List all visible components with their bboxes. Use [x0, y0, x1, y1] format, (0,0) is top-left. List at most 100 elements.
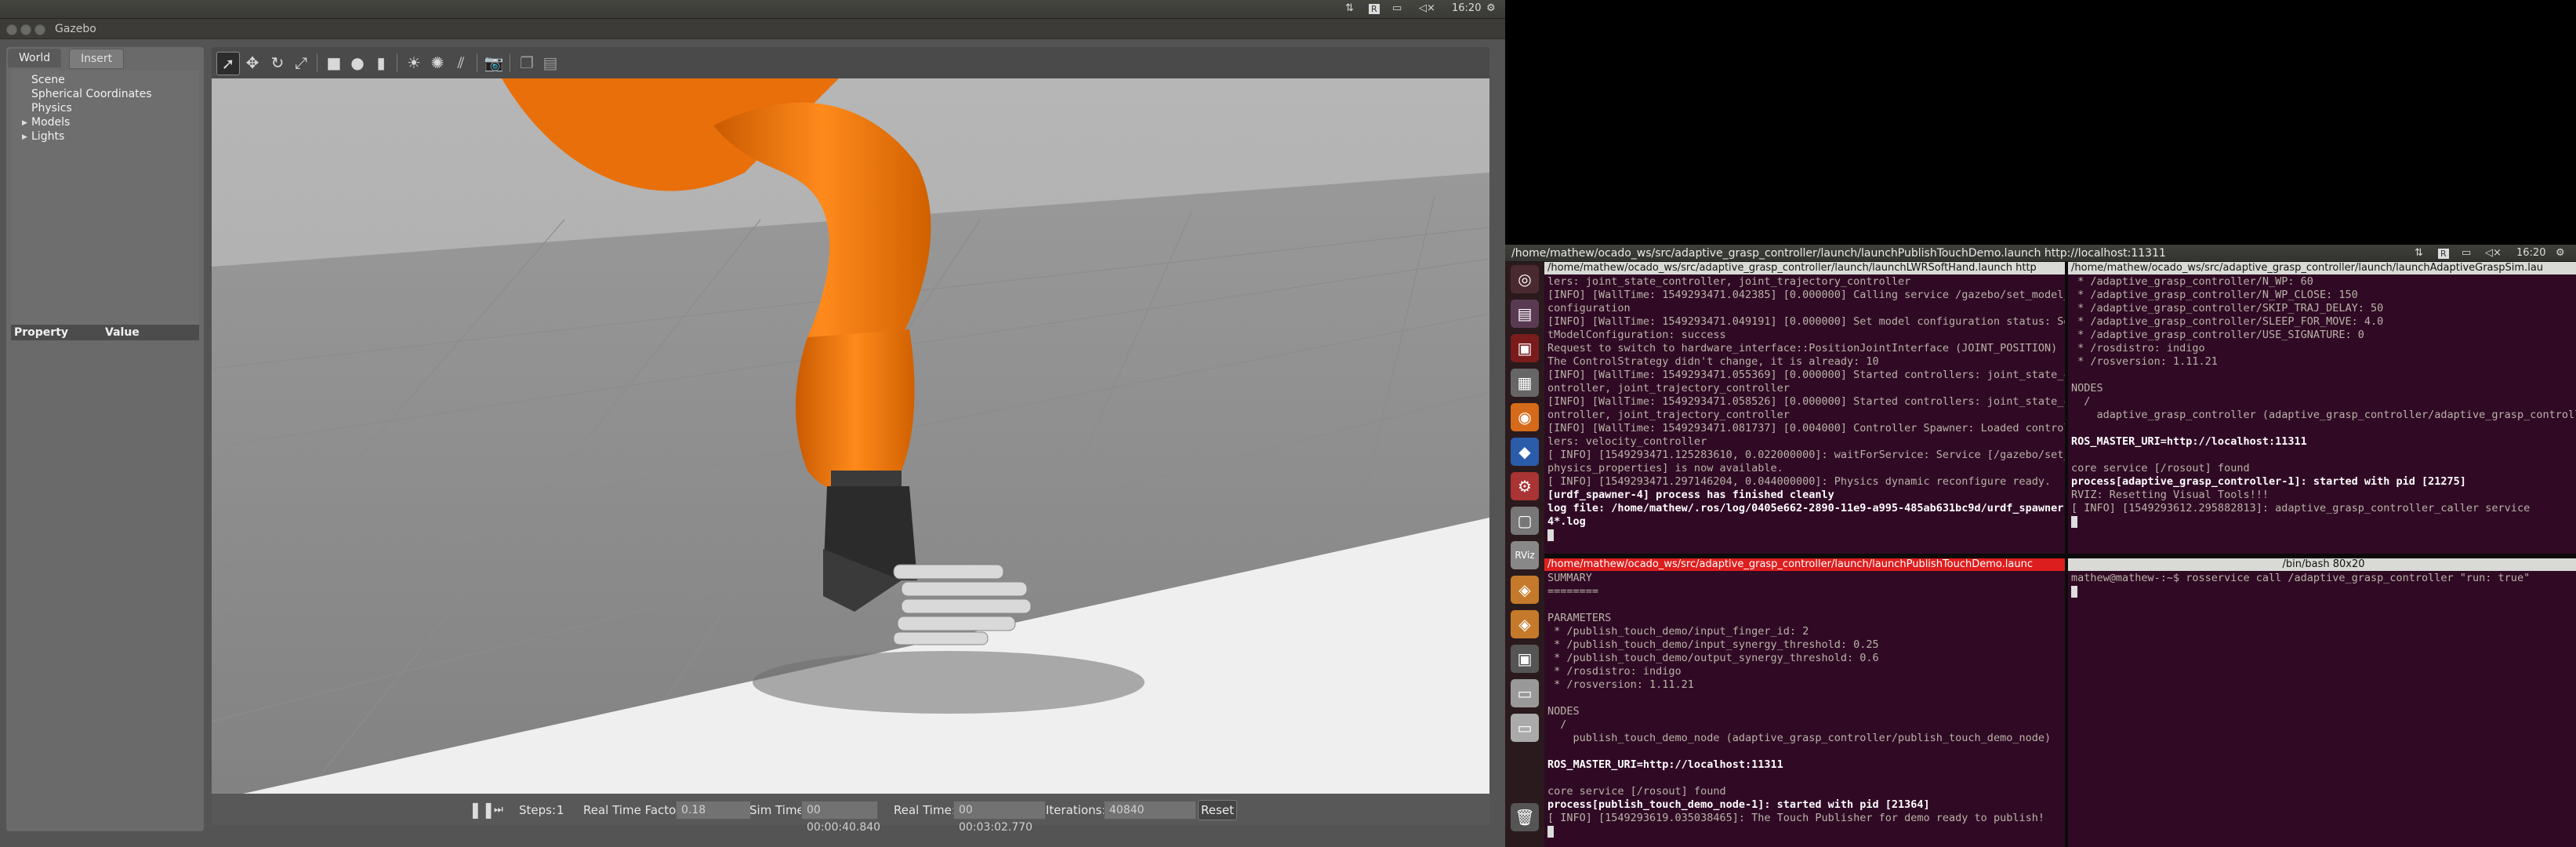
terminal-bash[interactable]: /bin/bash 80x20 mathew@mathew-:~$ rosser…: [2068, 558, 2576, 847]
cylinder-shape-icon[interactable]: ▮: [370, 52, 392, 74]
terminal-line: adaptive_grasp_controller (adaptive_gras…: [2071, 409, 2576, 421]
app-icon[interactable]: ▢: [1511, 507, 1539, 535]
sim-time-label: Sim Time:: [749, 803, 808, 817]
clock[interactable]: 16:20: [2516, 247, 2545, 259]
drive-icon[interactable]: ▭: [1511, 679, 1539, 707]
box-shape-icon[interactable]: ■: [323, 52, 345, 74]
reset-button[interactable]: Reset: [1198, 800, 1237, 820]
gazebo-menubar: ⇅ R ▭ ◁× 16:20 ⚙: [0, 0, 1505, 19]
real-time-field: 00 00:03:02.770: [953, 801, 1046, 834]
terminal-line: process[adaptive_grasp_controller-1]: st…: [2071, 475, 2466, 488]
directional-light-icon[interactable]: ⫽: [450, 52, 472, 74]
network-icon[interactable]: ⇅: [1345, 2, 1354, 14]
property-table: [11, 340, 199, 819]
terminal-line: * /adaptive_grasp_controller/SLEEP_FOR_M…: [2071, 315, 2384, 328]
paste-icon[interactable]: ▤: [539, 52, 561, 74]
terminal-icon[interactable]: ▣: [1511, 334, 1539, 362]
close-window-icon[interactable]: [6, 24, 17, 35]
translate-mode-icon[interactable]: ✥: [241, 52, 263, 74]
app-icon[interactable]: ▦: [1511, 369, 1539, 397]
app-icon[interactable]: ◆: [1511, 438, 1539, 466]
terminal-line: * /rosversion: 1.11.21: [2071, 355, 2218, 368]
tree-item-lights[interactable]: Lights: [31, 130, 64, 143]
terminal-line: core service [/rosout] found: [1547, 785, 1726, 798]
terminal-title: /home/mathew/ocado_ws/src/adaptive_grasp…: [1544, 262, 2065, 274]
network-icon[interactable]: ⇅: [2415, 247, 2423, 259]
terminal-line: [ INFO] [1549293619.035038465]: The Touc…: [1547, 812, 2044, 824]
real-time-label: Real Time:: [894, 803, 956, 817]
terminal-line: lers: velocity_controller: [1547, 435, 1707, 448]
files-icon[interactable]: ▤: [1511, 300, 1539, 328]
battery-icon[interactable]: ▭: [2462, 247, 2471, 259]
terminal-cursor: [2071, 585, 2077, 598]
terminal-launch-adaptive-grasp-sim[interactable]: /home/mathew/ocado_ws/src/adaptive_grasp…: [2068, 262, 2576, 554]
property-column-header: Property: [14, 326, 69, 339]
terminal-title: /home/mathew/ocado_ws/src/adaptive_grasp…: [1544, 558, 2065, 571]
terminal-line: lers: joint_state_controller, joint_traj…: [1547, 275, 1911, 288]
maximize-window-icon[interactable]: [34, 24, 45, 35]
terminal-line: /: [1547, 718, 1567, 731]
step-icon[interactable]: ⏭: [494, 804, 503, 816]
real-time-factor-label: Real Time Factor:: [583, 803, 685, 817]
terminal-launch-lwr-softhand[interactable]: /home/mathew/ocado_ws/src/adaptive_grasp…: [1544, 262, 2065, 554]
battery-icon[interactable]: ▭: [1392, 2, 1402, 14]
expand-arrow-icon[interactable]: ▶: [22, 133, 27, 141]
terminal-line: physics_properties] is now available.: [1547, 462, 1783, 474]
dash-home-icon[interactable]: ◎: [1511, 265, 1539, 293]
app-icon[interactable]: ◈: [1511, 576, 1539, 604]
volume-icon[interactable]: ◁×: [1419, 2, 1435, 14]
tree-item-spherical-coordinates[interactable]: Spherical Coordinates: [31, 88, 152, 100]
minimize-window-icon[interactable]: [20, 24, 31, 35]
scale-mode-icon[interactable]: ⤢: [290, 52, 312, 74]
firefox-icon[interactable]: ◉: [1511, 403, 1539, 431]
volume-icon[interactable]: ◁×: [2485, 247, 2502, 259]
tab-world[interactable]: World: [8, 49, 62, 67]
scene-render[interactable]: [212, 78, 1489, 794]
tree-item-models[interactable]: Models: [31, 116, 70, 129]
active-window-title: /home/mathew/ocado_ws/src/adaptive_grasp…: [1511, 247, 2166, 260]
terminal-line: 4*.log: [1547, 515, 1586, 528]
drive-icon[interactable]: ▭: [1511, 714, 1539, 742]
terminal-line: * /rosdistro: indigo: [1547, 665, 1682, 678]
terminal-launch-publish-touch-demo[interactable]: /home/mathew/ocado_ws/src/adaptive_grasp…: [1544, 558, 2065, 847]
screenshot-camera-icon[interactable]: 📷: [483, 52, 505, 74]
terminal-line: NODES: [2071, 382, 2103, 394]
rviz-icon[interactable]: RViz: [1511, 541, 1539, 569]
trash-icon[interactable]: 🗑: [1511, 803, 1539, 831]
tab-insert[interactable]: Insert: [69, 49, 125, 69]
value-column-header: Value: [105, 326, 140, 339]
keyboard-icon[interactable]: R: [1369, 4, 1380, 14]
point-light-icon[interactable]: ☀: [403, 52, 425, 74]
clock[interactable]: 16:20: [1452, 2, 1481, 14]
real-time-factor-field: 0.18: [676, 801, 751, 820]
settings-gear-icon[interactable]: ⚙: [1486, 2, 1496, 14]
terminal-line: tModelConfiguration: success: [1547, 329, 1726, 341]
terminal-line: * /adaptive_grasp_controller/N_WP: 60: [2071, 275, 2313, 288]
tree-item-physics[interactable]: Physics: [31, 102, 72, 115]
copy-icon[interactable]: ❐: [516, 52, 538, 74]
terminal-line: ontroller, joint_trajectory_controller: [1547, 409, 1790, 421]
settings-icon[interactable]: ⚙: [1511, 472, 1539, 500]
spot-light-icon[interactable]: ✺: [426, 52, 448, 74]
terminal-line: [INFO] [WallTime: 1549293471.081737] [0.…: [1547, 422, 2065, 434]
steps-label: Steps:: [519, 803, 557, 817]
terminal-line: ========: [1547, 585, 1599, 598]
terminal-line: * /adaptive_grasp_controller/N_WP_CLOSE:…: [2071, 289, 2358, 301]
select-mode-icon[interactable]: ➚: [216, 52, 240, 75]
rotate-mode-icon[interactable]: ↻: [267, 52, 288, 74]
sim-time-field: 00 00:00:40.840: [801, 801, 880, 834]
pause-icon[interactable]: ❚❚: [469, 800, 495, 819]
expand-arrow-icon[interactable]: ▶: [22, 119, 27, 127]
terminal-line: [urdf_spawner-4] process has finished cl…: [1547, 489, 1834, 501]
app-icon[interactable]: ▣: [1511, 645, 1539, 673]
keyboard-icon[interactable]: R: [2438, 249, 2449, 259]
settings-gear-icon[interactable]: ⚙: [2556, 247, 2565, 259]
steps-value[interactable]: 1: [557, 803, 564, 817]
tree-item-scene[interactable]: Scene: [31, 74, 65, 86]
sphere-shape-icon[interactable]: ●: [346, 52, 368, 74]
app-icon[interactable]: ◈: [1511, 610, 1539, 638]
terminal-line: log file: /home/mathew/.ros/log/0405e662…: [1547, 502, 2065, 514]
3d-viewport[interactable]: [212, 78, 1489, 794]
